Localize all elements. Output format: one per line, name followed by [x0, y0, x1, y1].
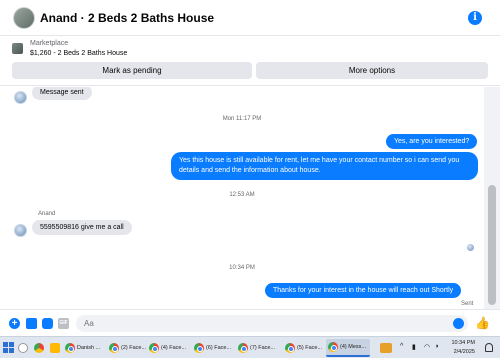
taskbar-item-label: (4) Mess... — [340, 344, 366, 350]
chrome-icon[interactable] — [34, 343, 44, 353]
plus-icon[interactable]: + — [9, 318, 20, 329]
chat-header: Anand · 2 Beds 2 Baths House i — [0, 0, 500, 36]
marketplace-label: Marketplace — [30, 40, 69, 47]
info-icon[interactable]: i — [468, 11, 482, 25]
outgoing-message[interactable]: Yes this house is still available for re… — [171, 152, 478, 180]
message-list: Message sent Mon 11:17 PM Yes, are you i… — [0, 87, 484, 309]
chrome-icon — [109, 343, 119, 353]
timestamp: 12:53 AM — [229, 192, 255, 198]
seen-avatar — [467, 244, 474, 251]
taskbar-item[interactable]: (2) Face... — [107, 339, 147, 357]
chrome-icon — [194, 343, 204, 353]
time-text: 10:34 PM — [451, 340, 475, 346]
listing-title[interactable]: $1,260 - 2 Beds 2 Baths House — [30, 50, 127, 57]
chrome-icon — [328, 342, 338, 352]
incoming-message[interactable]: Message sent — [32, 87, 92, 100]
taskbar-item-label: (5) Face... — [297, 345, 323, 351]
taskbar-item[interactable]: (7) Face... — [236, 339, 278, 357]
volume-icon[interactable]: ◗ — [435, 343, 439, 350]
date-text: 2/4/2025 — [453, 349, 475, 355]
avatar[interactable] — [13, 7, 35, 29]
chrome-icon — [285, 343, 295, 353]
avatar — [14, 91, 27, 104]
chrome-icon — [65, 343, 75, 353]
taskbar-item-label: (2) Face... — [121, 345, 147, 351]
sender-name: Anand — [38, 211, 56, 217]
scrollbar[interactable] — [484, 87, 500, 309]
timestamp: 10:34 PM — [229, 265, 255, 271]
chat-title[interactable]: Anand · 2 Beds 2 Baths House — [40, 11, 214, 25]
taskbar-item[interactable]: (6) Face... — [192, 339, 234, 357]
incoming-message[interactable]: 5595509816 give me a call — [32, 220, 132, 235]
wifi-icon[interactable]: ◠ — [424, 343, 430, 351]
photo-icon[interactable] — [26, 318, 37, 329]
taskbar-item[interactable]: (4) Mess... — [326, 339, 370, 357]
like-icon[interactable]: 👍 — [475, 316, 490, 330]
taskbar-item-label: Danish ... — [77, 345, 101, 351]
windows-start-icon[interactable] — [3, 342, 14, 353]
more-options-button[interactable]: More options — [256, 62, 488, 79]
taskbar: Danish ... (2) Face... (4) Face... (6) F… — [0, 336, 500, 358]
chevron-up-icon[interactable]: ^ — [400, 343, 403, 350]
taskbar-item[interactable]: (5) Face... — [283, 339, 325, 357]
search-icon[interactable] — [18, 343, 28, 353]
mark-as-pending-button[interactable]: Mark as pending — [12, 62, 252, 79]
sticker-icon[interactable] — [42, 318, 53, 329]
clock[interactable]: 10:34 PM 2/4/2025 — [447, 339, 475, 357]
message-input[interactable] — [76, 315, 468, 332]
file-explorer-icon[interactable] — [50, 343, 60, 353]
avatar — [14, 224, 27, 237]
taskbar-item-label: (7) Face... — [250, 345, 276, 351]
composer: + GIF 👍 — [0, 309, 500, 336]
taskbar-item[interactable]: (4) Face... — [147, 339, 189, 357]
taskbar-item-label: (4) Face... — [161, 345, 187, 351]
scrollbar-thumb[interactable] — [488, 185, 496, 305]
timestamp: Mon 11:17 PM — [222, 116, 262, 122]
messenger-window: Anand · 2 Beds 2 Baths House i Marketpla… — [0, 0, 500, 358]
notification-bell-icon[interactable] — [485, 343, 493, 352]
message-status: Sent — [461, 301, 474, 307]
taskbar-item[interactable]: Danish ... — [63, 339, 107, 357]
gif-icon[interactable]: GIF — [58, 318, 69, 329]
emoji-icon[interactable] — [453, 318, 464, 329]
outgoing-message[interactable]: Thanks for your interest in the house wi… — [265, 283, 462, 298]
listing-thumbnail[interactable] — [12, 43, 23, 54]
network-icon[interactable]: ▮ — [412, 343, 416, 351]
outgoing-message[interactable]: Yes, are you interested? — [386, 134, 478, 149]
weather-icon[interactable] — [380, 343, 392, 353]
marketplace-card: Marketplace $1,260 - 2 Beds 2 Baths Hous… — [0, 36, 500, 86]
taskbar-item-label: (6) Face... — [206, 345, 232, 351]
chrome-icon — [149, 343, 159, 353]
chrome-icon — [238, 343, 248, 353]
